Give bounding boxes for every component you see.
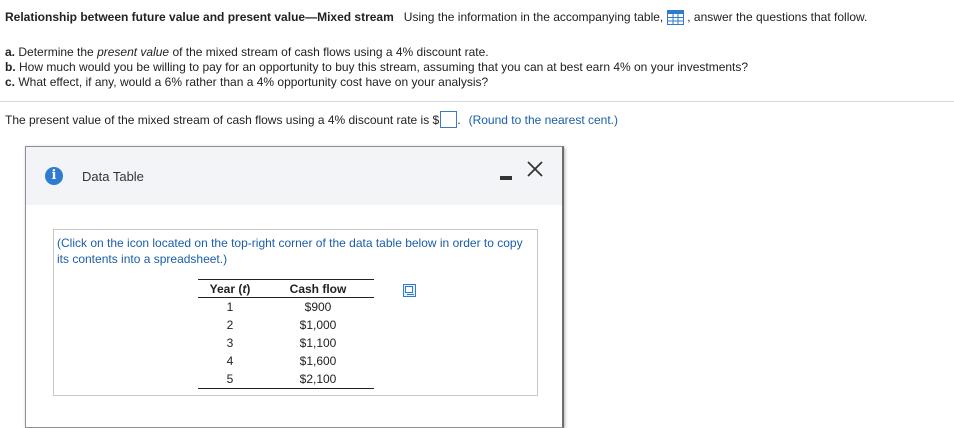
minimize-button[interactable]	[500, 169, 514, 183]
table-row: 5 $2,100	[198, 370, 374, 389]
problem-outro: , answer the questions that follow.	[687, 10, 868, 24]
data-table-panel: (Click on the icon located on the top-ri…	[53, 229, 538, 396]
year-cell: 3	[226, 336, 234, 350]
answer-prompt: The present value of the mixed stream of…	[5, 113, 440, 127]
divider	[0, 101, 954, 102]
cash-flow-cell: $900	[304, 300, 332, 314]
cash-flow-cell: $1,600	[299, 354, 337, 368]
problem-header: Relationship between future value and pr…	[5, 10, 950, 28]
close-button[interactable]	[525, 159, 545, 179]
table-row: 2 $1,000	[198, 316, 374, 334]
header-cash-flow: Cash flow	[262, 279, 374, 298]
year-cell: 4	[226, 354, 234, 368]
cash-flow-table: Year (t) Cash flow 1 $900 2 $1,000 3 $1,100…	[198, 279, 374, 389]
answer-input[interactable]	[440, 111, 458, 128]
question-c: c. What effect, if any, would a 6% rathe…	[5, 75, 489, 89]
answer-line: The present value of the mixed stream of…	[5, 111, 618, 128]
minimize-icon	[500, 176, 512, 180]
dialog-header: i Data Table	[26, 147, 562, 205]
cash-flow-cell: $2,100	[262, 370, 374, 389]
copy-instructions: (Click on the icon located on the top-ri…	[57, 236, 523, 266]
table-header-row: Year (t) Cash flow	[198, 279, 374, 298]
question-a: a. Determine the present value of the mi…	[5, 45, 489, 59]
data-table-icon[interactable]	[667, 10, 685, 25]
problem-title: Relationship between future value and pr…	[5, 10, 394, 24]
year-cell: 2	[226, 318, 234, 332]
table-row: 3 $1,100	[198, 334, 374, 352]
question-list: a. Determine the present value of the mi…	[5, 45, 950, 90]
table-row: 4 $1,600	[198, 352, 374, 370]
question-b: b. How much would you be willing to pay …	[5, 60, 749, 74]
cash-flow-cell: $1,100	[299, 336, 337, 350]
copy-to-spreadsheet-icon[interactable]	[403, 284, 416, 297]
rounding-hint: (Round to the nearest cent.)	[468, 113, 618, 127]
data-table-dialog: i Data Table (Click on the icon located …	[25, 146, 564, 428]
cash-flow-cell: $1,000	[299, 318, 337, 332]
problem-intro: Using the information in the accompanyin…	[403, 10, 664, 24]
year-cell: 1	[226, 300, 234, 314]
close-icon	[527, 161, 543, 177]
answer-period: .	[457, 113, 461, 127]
header-year: Year (t)	[198, 279, 262, 298]
table-row: 1 $900	[198, 298, 374, 317]
year-cell: 5	[198, 370, 262, 389]
dialog-title: Data Table	[82, 169, 144, 184]
info-icon: i	[45, 167, 63, 185]
